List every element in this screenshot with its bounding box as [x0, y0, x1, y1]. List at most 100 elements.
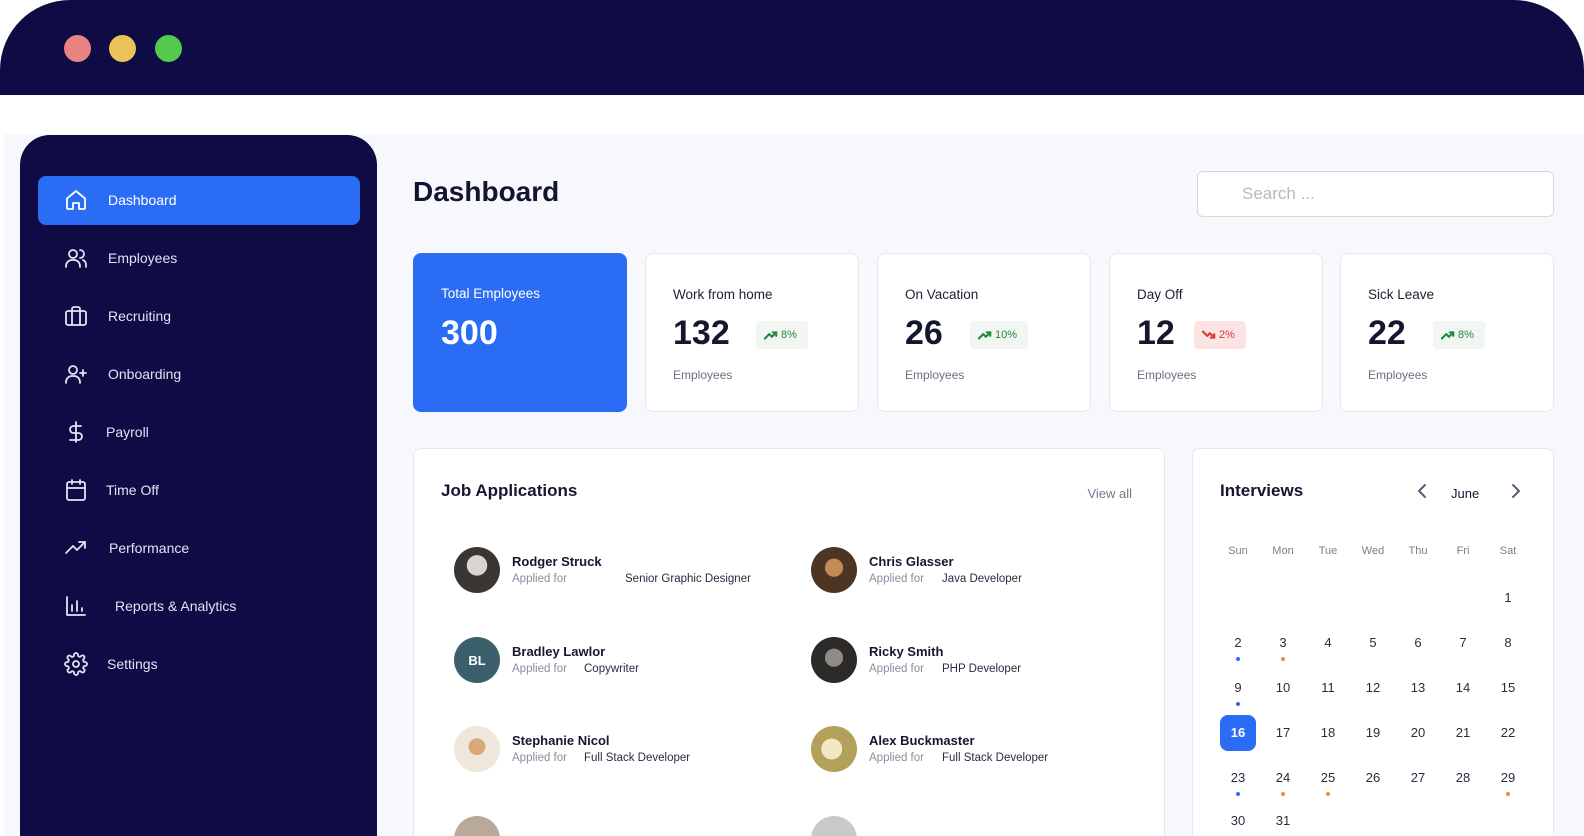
trend-up-icon	[764, 331, 778, 340]
view-all-link[interactable]: View all	[1087, 486, 1132, 501]
stat-card-total-employees[interactable]: Total Employees 300	[413, 253, 627, 412]
job-application-item[interactable]	[811, 816, 1151, 836]
applied-for-label: Applied for	[869, 573, 924, 585]
calendar-day[interactable]: 30	[1220, 803, 1256, 836]
stat-value: 300	[441, 314, 498, 352]
stat-card-work-from-home[interactable]: Work from home 132 8% Employees	[645, 253, 859, 412]
calendar-day[interactable]: 24	[1265, 760, 1301, 796]
job-application-item[interactable]	[454, 816, 794, 836]
calendar-day[interactable]: 26	[1355, 760, 1391, 796]
dollar-icon	[64, 420, 88, 444]
avatar	[811, 816, 857, 836]
weekday-label: Fri	[1456, 545, 1470, 557]
calendar-day[interactable]: 25	[1310, 760, 1346, 796]
sidebar-item-label: Payroll	[106, 424, 149, 440]
trend-down-icon	[1202, 330, 1216, 339]
job-application-item[interactable]: Stephanie Nicol Applied for Full Stack D…	[454, 726, 794, 774]
calendar-day[interactable]: 2	[1220, 625, 1256, 661]
calendar-day-selected[interactable]: 16	[1220, 715, 1256, 751]
calendar-day[interactable]: 31	[1265, 803, 1301, 836]
event-dot	[1236, 657, 1240, 661]
calendar-day[interactable]: 28	[1445, 760, 1481, 796]
weekday-label: Mon	[1272, 545, 1294, 557]
trend-percent: 8%	[781, 329, 797, 341]
minimize-window-button[interactable]	[109, 35, 136, 62]
sidebar: Dashboard Employees Recruiting Onboardin…	[20, 135, 377, 836]
window-titlebar	[0, 0, 1584, 95]
trend-percent: 10%	[995, 329, 1018, 341]
sidebar-item-performance[interactable]: Performance	[38, 524, 360, 573]
stat-label: Total Employees	[441, 286, 541, 301]
sidebar-item-settings[interactable]: Settings	[38, 640, 360, 689]
calendar-day[interactable]: 27	[1400, 760, 1436, 796]
avatar	[811, 637, 857, 683]
sidebar-item-reports-analytics[interactable]: Reports & Analytics	[38, 582, 360, 631]
calendar-day[interactable]: 5	[1355, 625, 1391, 661]
applicant-name: Chris Glasser	[869, 554, 954, 569]
calendar-day[interactable]: 17	[1265, 715, 1301, 751]
calendar-day[interactable]: 22	[1490, 715, 1526, 751]
calendar-day[interactable]: 12	[1355, 670, 1391, 706]
sidebar-item-recruiting[interactable]: Recruiting	[38, 292, 360, 341]
applied-for-label: Applied for	[512, 573, 567, 585]
search-input[interactable]	[1197, 171, 1554, 217]
calendar-day[interactable]: 8	[1490, 625, 1526, 661]
weekday-label: Sun	[1228, 545, 1248, 557]
weekday-label: Sat	[1499, 545, 1517, 557]
chevron-right-icon[interactable]	[1508, 481, 1524, 501]
chevron-left-icon[interactable]	[1414, 481, 1430, 501]
calendar-day[interactable]: 3	[1265, 625, 1301, 661]
calendar-day[interactable]: 14	[1445, 670, 1481, 706]
maximize-window-button[interactable]	[155, 35, 182, 62]
trend-down-badge: 2%	[1194, 321, 1246, 349]
stat-label: Day Off	[1137, 287, 1183, 302]
stat-sublabel: Employees	[673, 368, 733, 382]
applicant-name: Bradley Lawlor	[512, 644, 606, 659]
job-application-item[interactable]: Alex Buckmaster Applied for Full Stack D…	[811, 726, 1151, 774]
calendar-day[interactable]: 10	[1265, 670, 1301, 706]
avatar	[454, 726, 500, 772]
calendar-day[interactable]: 29	[1490, 760, 1526, 796]
trend-percent: 8%	[1458, 329, 1474, 341]
calendar-icon	[64, 478, 88, 502]
stat-value: 132	[673, 314, 730, 352]
stat-value: 22	[1368, 314, 1406, 352]
calendar-day[interactable]: 9	[1220, 670, 1256, 706]
calendar-day[interactable]: 4	[1310, 625, 1346, 661]
sidebar-item-onboarding[interactable]: Onboarding	[38, 350, 360, 399]
calendar-day[interactable]: 7	[1445, 625, 1481, 661]
stat-card-on-vacation[interactable]: On Vacation 26 10% Employees	[877, 253, 1091, 412]
applied-role: PHP Developer	[942, 663, 1022, 675]
sidebar-item-dashboard[interactable]: Dashboard	[38, 176, 360, 225]
event-dot	[1506, 792, 1510, 796]
avatar-initials: BL	[468, 652, 486, 668]
calendar-day[interactable]: 23	[1220, 760, 1256, 796]
calendar-day[interactable]: 19	[1355, 715, 1391, 751]
calendar-day[interactable]: 11	[1310, 670, 1346, 706]
close-window-button[interactable]	[64, 35, 91, 62]
applied-role: Full Stack Developer	[942, 752, 1049, 764]
event-dot	[1236, 792, 1240, 796]
job-application-item[interactable]: Chris Glasser Applied for Java Developer	[811, 547, 1151, 595]
calendar-day[interactable]: 13	[1400, 670, 1436, 706]
applied-role: Java Developer	[942, 573, 1022, 585]
sidebar-item-label: Time Off	[106, 482, 159, 498]
panel-title: Job Applications	[441, 481, 578, 500]
calendar-day[interactable]: 18	[1310, 715, 1346, 751]
stat-card-day-off[interactable]: Day Off 12 2% Employees	[1109, 253, 1323, 412]
sidebar-item-label: Performance	[109, 540, 190, 556]
avatar: BL	[454, 637, 500, 683]
calendar-day[interactable]: 6	[1400, 625, 1436, 661]
sidebar-item-payroll[interactable]: Payroll	[38, 408, 360, 457]
job-application-item[interactable]: BL Bradley Lawlor Applied for Copywriter	[454, 637, 794, 685]
calendar-day[interactable]: 20	[1400, 715, 1436, 751]
calendar-day[interactable]: 1	[1490, 580, 1526, 616]
calendar-day[interactable]: 21	[1445, 715, 1481, 751]
sidebar-item-time-off[interactable]: Time Off	[38, 466, 360, 515]
trend-up-icon	[1441, 331, 1455, 340]
stat-card-sick-leave[interactable]: Sick Leave 22 8% Employees	[1340, 253, 1554, 412]
sidebar-item-employees[interactable]: Employees	[38, 234, 360, 283]
job-application-item[interactable]: Rodger Struck Applied for Senior Graphic…	[454, 547, 794, 595]
calendar-day[interactable]: 15	[1490, 670, 1526, 706]
job-application-item[interactable]: Ricky Smith Applied for PHP Developer	[811, 637, 1151, 685]
